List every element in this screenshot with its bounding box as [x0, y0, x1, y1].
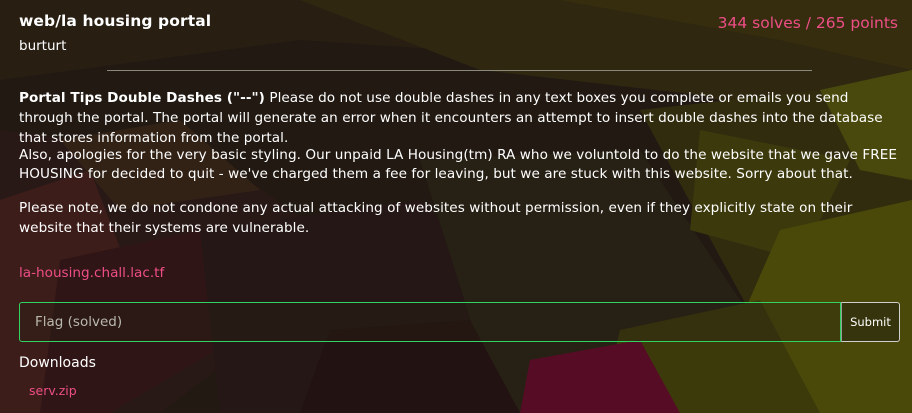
challenge-card: web/la housing portal burturt 344 solves… — [0, 0, 912, 413]
flag-input[interactable] — [19, 302, 841, 342]
description-apology: Also, apologies for the very basic styli… — [19, 147, 897, 182]
challenge-title: web/la housing portal — [19, 12, 212, 30]
solves-points-stats: 344 solves / 265 points — [717, 14, 898, 32]
challenge-author: burturt — [19, 38, 67, 54]
description-tip-paragraph: Portal Tips Double Dashes ("--") Please … — [19, 88, 899, 148]
download-file-link[interactable]: serv.zip — [29, 383, 77, 398]
flag-form: Submit — [19, 302, 900, 342]
challenge-link[interactable]: la-housing.chall.lac.tf — [19, 265, 164, 281]
divider — [107, 70, 812, 71]
description-note: Please note, we do not condone any actua… — [19, 200, 853, 236]
downloads-heading: Downloads — [19, 355, 96, 371]
challenge-description: Portal Tips Double Dashes ("--") Please … — [19, 88, 899, 238]
tip-heading: Portal Tips Double Dashes ("--") — [19, 90, 265, 106]
submit-button[interactable]: Submit — [841, 302, 900, 342]
